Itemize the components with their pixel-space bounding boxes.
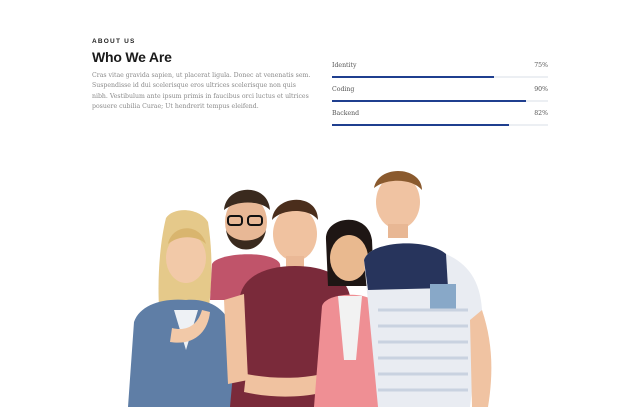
skill-value: 82% [534,110,548,117]
person-woman-blonde [128,210,240,407]
section-description: Cras vitae gravida sapien, ut placerat l… [92,72,311,111]
skill-value: 90% [534,86,548,93]
team-photo [128,160,518,407]
skill-item: Coding 90% [332,86,548,110]
skill-item: Backend 82% [332,110,548,134]
skill-item: Identity 75% [332,62,548,86]
progress-track [332,124,548,126]
skill-label: Backend [332,110,360,117]
progress-track [332,76,548,78]
about-section: ABOUT US Who We Are Cras vitae gravida s… [92,38,312,119]
skill-label: Identity [332,62,357,69]
progress-fill [332,124,510,126]
progress-track [332,100,548,102]
team-photo-illustration [128,170,492,407]
section-eyebrow: ABOUT US [92,38,136,45]
progress-fill [332,76,494,78]
progress-fill [332,100,527,102]
skills-list: Identity 75% Coding 90% Backend 82% [332,62,548,134]
skill-value: 75% [534,62,548,69]
person-man-polo [364,170,492,407]
skill-label: Coding [332,86,355,93]
section-title: Who We Are [92,49,172,65]
